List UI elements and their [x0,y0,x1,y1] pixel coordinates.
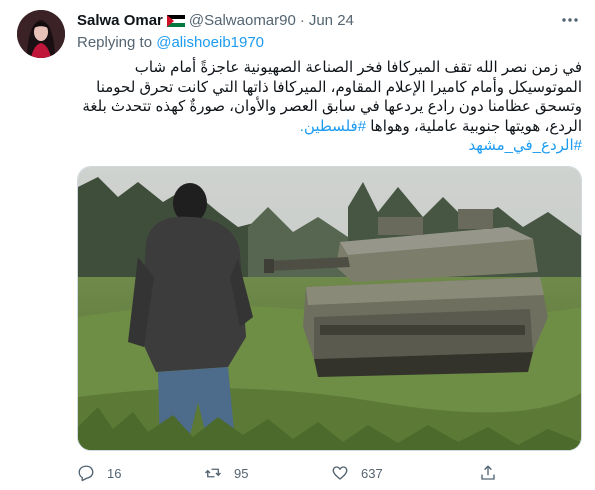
retweet-count: 95 [234,465,249,481]
palestine-flag-icon [166,14,185,27]
author-handle[interactable]: @Salwaomar90 [189,12,296,29]
tweet-header: Salwa Omar @Salwaomar90 · Jun 24 [77,10,354,30]
tank-photo [78,167,581,450]
reply-button[interactable]: 16 [77,464,121,482]
tweet-text-line-4-text: الردع، هويتها جنوبية عاملية، وهواها [370,117,582,135]
author-name[interactable]: Salwa Omar [77,12,163,29]
reply-count: 16 [107,465,122,481]
share-icon [481,465,495,480]
like-icon [332,466,348,480]
tweet-text-line-2: الموتوسيكل وأمام كاميرا الإعلام المقاوم،… [96,78,582,96]
hashtag-deterrence[interactable]: #الردع_في_مشهد [468,137,582,154]
replying-to-handle[interactable]: @alishoeib1970 [156,34,264,51]
tweet-text-line-4: الردع، هويتها جنوبية عاملية، وهواها #فلس… [77,117,582,137]
action-bar: 16 95 637 [77,460,582,486]
retweet-button[interactable]: 95 [204,464,248,482]
more-icon[interactable] [559,10,581,30]
replying-to: Replying to @alishoeib1970 [77,34,264,51]
tweet-text: في زمن نصر الله تقف الميركافا فخر الصناع… [77,58,582,156]
tweet-image[interactable] [77,166,582,451]
share-button[interactable] [479,464,497,482]
separator-dot: · [299,11,305,29]
avatar[interactable] [17,10,65,58]
tweet-date[interactable]: Jun 24 [309,12,354,29]
reply-icon [78,465,94,482]
like-button[interactable]: 637 [331,464,383,482]
tweet-text-line-1: في زمن نصر الله تقف الميركافا فخر الصناع… [134,59,582,76]
replying-to-label: Replying to [77,34,153,51]
like-count: 637 [361,465,383,481]
retweet-icon [205,468,221,478]
tweet-text-line-3: وتسحق عظامنا دون رادع يردعها في سابق الع… [82,98,582,115]
hashtag-palestine[interactable]: #فلسطين. [300,118,366,135]
hashtag-line: #الردع_في_مشهد [77,136,582,156]
